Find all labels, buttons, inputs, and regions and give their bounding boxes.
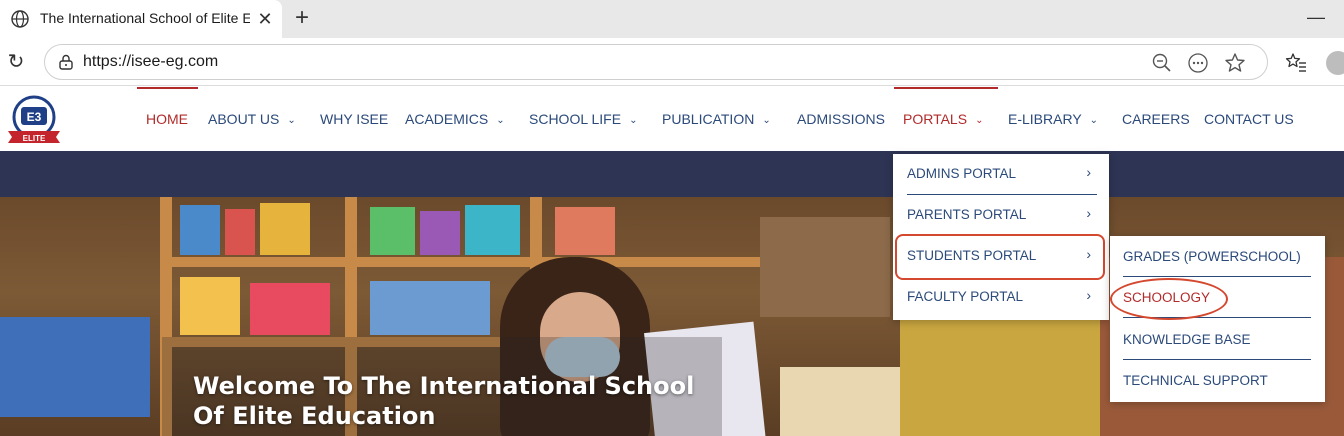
more-icon[interactable]	[1187, 52, 1209, 74]
browser-tab[interactable]: The International School of Elite E ✕	[0, 0, 282, 38]
book	[370, 207, 415, 255]
chevron-down-icon: ⌄	[975, 115, 984, 126]
book	[465, 205, 520, 255]
book	[260, 203, 310, 255]
nav-admissions[interactable]: ADMISSIONS	[797, 111, 885, 127]
book	[0, 317, 150, 417]
plus-icon[interactable]: +	[290, 6, 314, 30]
nav-why-isee[interactable]: WHY ISEE	[320, 111, 388, 127]
active-nav-underline-portals	[894, 87, 998, 89]
zoom-out-icon[interactable]	[1151, 52, 1173, 74]
minimize-icon[interactable]: —	[1306, 7, 1326, 27]
close-icon[interactable]: ✕	[254, 8, 276, 30]
menu-item-grades-powerschool[interactable]: GRADES (POWERSCHOOL)	[1123, 236, 1311, 277]
book	[370, 281, 490, 335]
menu-item-parents-portal[interactable]: PARENTS PORTAL ›	[907, 195, 1097, 236]
url-field[interactable]: https://isee-eg.com	[44, 44, 1268, 80]
menu-item-faculty-portal[interactable]: FACULTY PORTAL ›	[907, 277, 1097, 318]
avatar[interactable]	[1326, 51, 1344, 75]
nav-school-life[interactable]: SCHOOL LIFE ⌄	[529, 111, 637, 127]
active-nav-underline-home	[137, 87, 198, 89]
tab-strip: The International School of Elite E ✕ + …	[0, 0, 1344, 38]
book	[180, 205, 220, 255]
favorites-icon[interactable]	[1284, 51, 1308, 75]
nav-careers[interactable]: CAREERS	[1122, 111, 1190, 127]
students-portal-highlight	[895, 234, 1105, 280]
chevron-down-icon: ⌄	[496, 115, 505, 126]
nav-contact-us[interactable]: CONTACT US	[1204, 111, 1294, 127]
nav-academics[interactable]: ACADEMICS ⌄	[405, 111, 505, 127]
bookshelf	[160, 257, 760, 267]
navy-band	[0, 151, 1344, 197]
lock-icon[interactable]	[57, 53, 75, 71]
nav-publication[interactable]: PUBLICATION ⌄	[662, 111, 771, 127]
chevron-right-icon: ›	[1086, 205, 1091, 221]
address-bar: ↻ https://isee-eg.com	[0, 38, 1344, 86]
globe-icon	[11, 10, 29, 28]
nav-about-us[interactable]: ABOUT US ⌄	[208, 111, 296, 127]
book	[760, 217, 890, 317]
tab-title: The International School of Elite E	[40, 10, 250, 26]
book	[555, 207, 615, 255]
chevron-down-icon: ⌄	[1089, 115, 1099, 126]
url-text: https://isee-eg.com	[83, 53, 219, 70]
book	[780, 367, 900, 436]
book	[250, 283, 330, 335]
nav-portals[interactable]: PORTALS ⌄	[903, 111, 983, 127]
book	[900, 317, 1100, 436]
chevron-right-icon: ›	[1086, 164, 1091, 180]
book	[180, 277, 240, 335]
hero-title: Welcome To The International School Of E…	[193, 372, 695, 430]
school-logo[interactable]: E3 ELITE	[4, 93, 64, 145]
refresh-icon[interactable]: ↻	[4, 50, 28, 74]
svg-text:E3: E3	[27, 110, 42, 124]
menu-item-technical-support[interactable]: TECHNICAL SUPPORT	[1123, 360, 1311, 401]
svg-text:ELITE: ELITE	[23, 134, 46, 143]
book	[225, 209, 255, 255]
nav-e-library[interactable]: E-LIBRARY ⌄	[1008, 111, 1098, 127]
chevron-down-icon: ⌄	[287, 115, 296, 126]
chevron-down-icon: ⌄	[762, 115, 771, 126]
book	[420, 211, 460, 255]
site-header: E3 ELITE HOME ABOUT US ⌄ WHY ISEE ACADEMI…	[0, 87, 1344, 151]
menu-item-admins-portal[interactable]: ADMINS PORTAL ›	[907, 154, 1097, 195]
menu-item-knowledge-base[interactable]: KNOWLEDGE BASE	[1123, 319, 1311, 360]
star-icon[interactable]	[1223, 51, 1247, 75]
schoology-highlight	[1110, 278, 1228, 320]
students-portal-submenu: GRADES (POWERSCHOOL) SCHOOLOGY KNOWLEDGE…	[1110, 236, 1325, 402]
chevron-down-icon: ⌄	[629, 115, 638, 126]
nav-home[interactable]: HOME	[146, 111, 188, 127]
chevron-right-icon: ›	[1086, 287, 1091, 303]
